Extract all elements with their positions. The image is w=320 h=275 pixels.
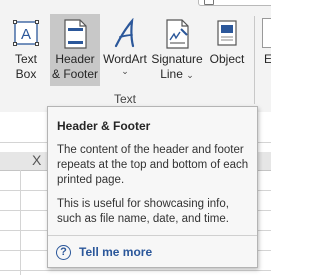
tell-me-more-link[interactable]: ? Tell me more <box>56 242 152 262</box>
next-group-label: E <box>264 52 271 66</box>
text-box-button[interactable]: A Text Box <box>4 14 48 86</box>
tooltip-usage-note: This is useful for showcasing info, such… <box>57 198 229 225</box>
next-group-icon <box>262 18 271 48</box>
tooltip-title: Header & Footer <box>57 119 151 133</box>
text-box-icon: A <box>13 20 39 46</box>
wordart-button[interactable]: WordArt ⌄ <box>102 14 148 86</box>
share-icon <box>204 0 214 5</box>
tooltip-divider <box>48 235 257 236</box>
tooltip-description: The content of the header and footer rep… <box>57 144 249 186</box>
grid-row-line <box>0 270 271 271</box>
object-icon <box>217 20 237 46</box>
wordart-chevron-down-icon: ⌄ <box>121 66 129 76</box>
grid-column-line <box>20 170 21 275</box>
header-footer-label-2: & Footer <box>51 67 99 81</box>
group-label-text: Text <box>113 92 136 106</box>
wordart-icon <box>114 18 135 48</box>
help-icon: ? <box>56 244 71 260</box>
signature-line-button[interactable]: Signature Line ⌄ <box>150 14 204 86</box>
header-footer-tooltip: Header & Footer The content of the heade… <box>47 106 258 268</box>
text-box-label-1: Text <box>14 52 37 66</box>
wordart-label: WordArt <box>103 52 147 66</box>
tell-me-more-label: Tell me more <box>79 245 153 259</box>
svg-text:A: A <box>21 26 31 43</box>
group-separator <box>254 16 255 104</box>
object-button[interactable]: Object <box>204 14 250 86</box>
header-footer-button[interactable]: Header & Footer <box>50 14 100 86</box>
signature-line-icon <box>166 19 189 49</box>
excel-window: A Text Box Header & Footer WordArt ⌄ Sig… <box>0 0 271 275</box>
header-footer-label-1: Header <box>55 52 95 66</box>
signature-line-chevron-down-icon: ⌄ <box>186 70 194 80</box>
ribbon: A Text Box Header & Footer WordArt ⌄ Sig… <box>0 0 271 112</box>
share-button[interactable] <box>198 0 271 6</box>
text-box-label-2: Box <box>15 67 37 81</box>
cancel-entry-icon[interactable]: X <box>32 152 41 168</box>
next-group-fragment[interactable]: E <box>260 14 271 86</box>
header-footer-icon <box>64 19 87 49</box>
signature-line-label-2: Line <box>160 67 183 81</box>
object-label: Object <box>209 52 245 66</box>
signature-line-label-1: Signature <box>151 52 203 66</box>
